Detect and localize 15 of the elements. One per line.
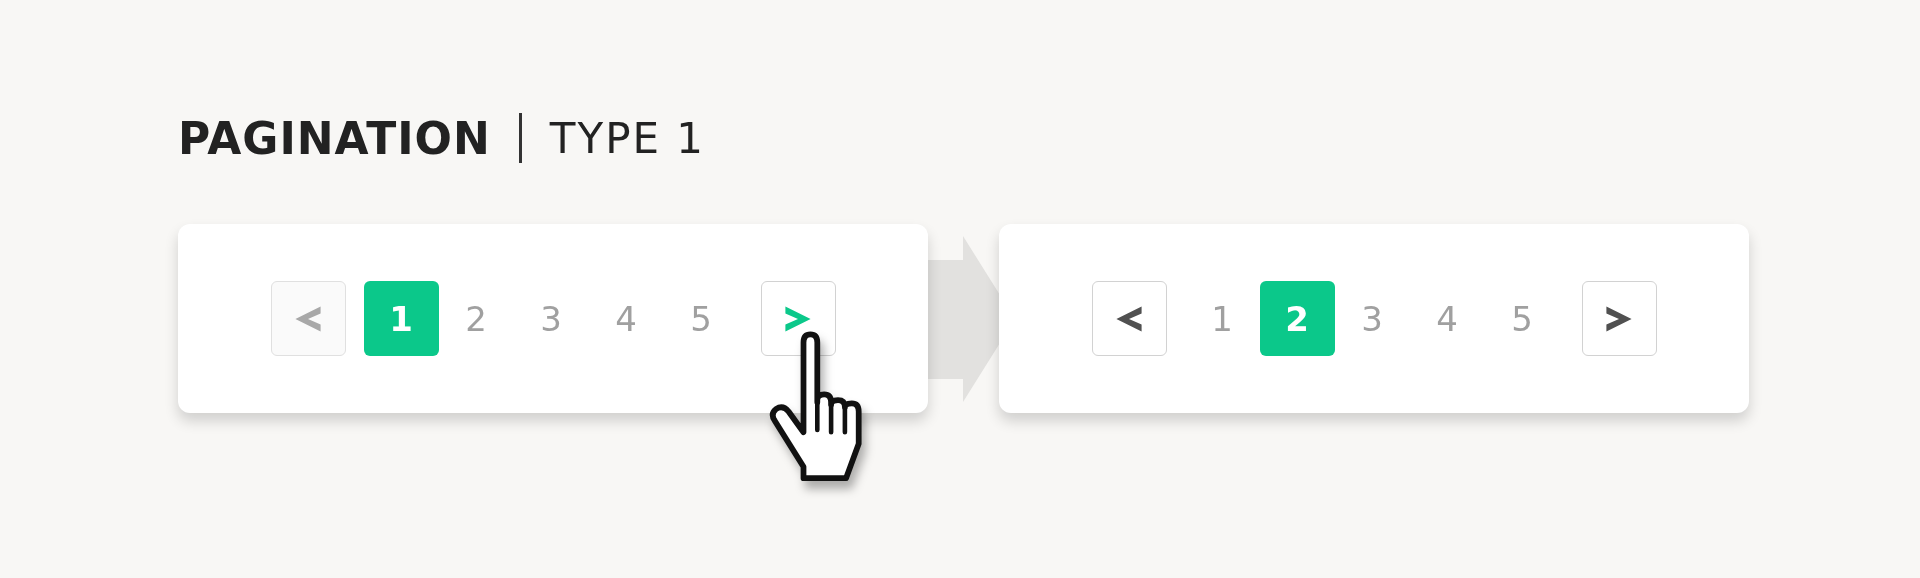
page-button[interactable]: 4 [588, 281, 664, 356]
page-button[interactable]: 3 [513, 281, 589, 356]
previous-button[interactable] [1091, 281, 1167, 356]
next-button[interactable] [760, 281, 836, 356]
page-button[interactable]: 1 [1184, 281, 1260, 356]
page-button[interactable]: 5 [1484, 281, 1560, 356]
page-button[interactable]: 1 [363, 281, 439, 356]
page-button[interactable]: 4 [1409, 281, 1485, 356]
page-button[interactable]: 5 [663, 281, 739, 356]
page-button[interactable]: 2 [1259, 281, 1335, 356]
heading-title: PAGINATION [178, 112, 491, 164]
page-button[interactable]: 3 [1334, 281, 1410, 356]
heading-subtitle: TYPE 1 [549, 113, 706, 163]
next-button[interactable] [1581, 281, 1657, 356]
page-button[interactable]: 2 [438, 281, 514, 356]
